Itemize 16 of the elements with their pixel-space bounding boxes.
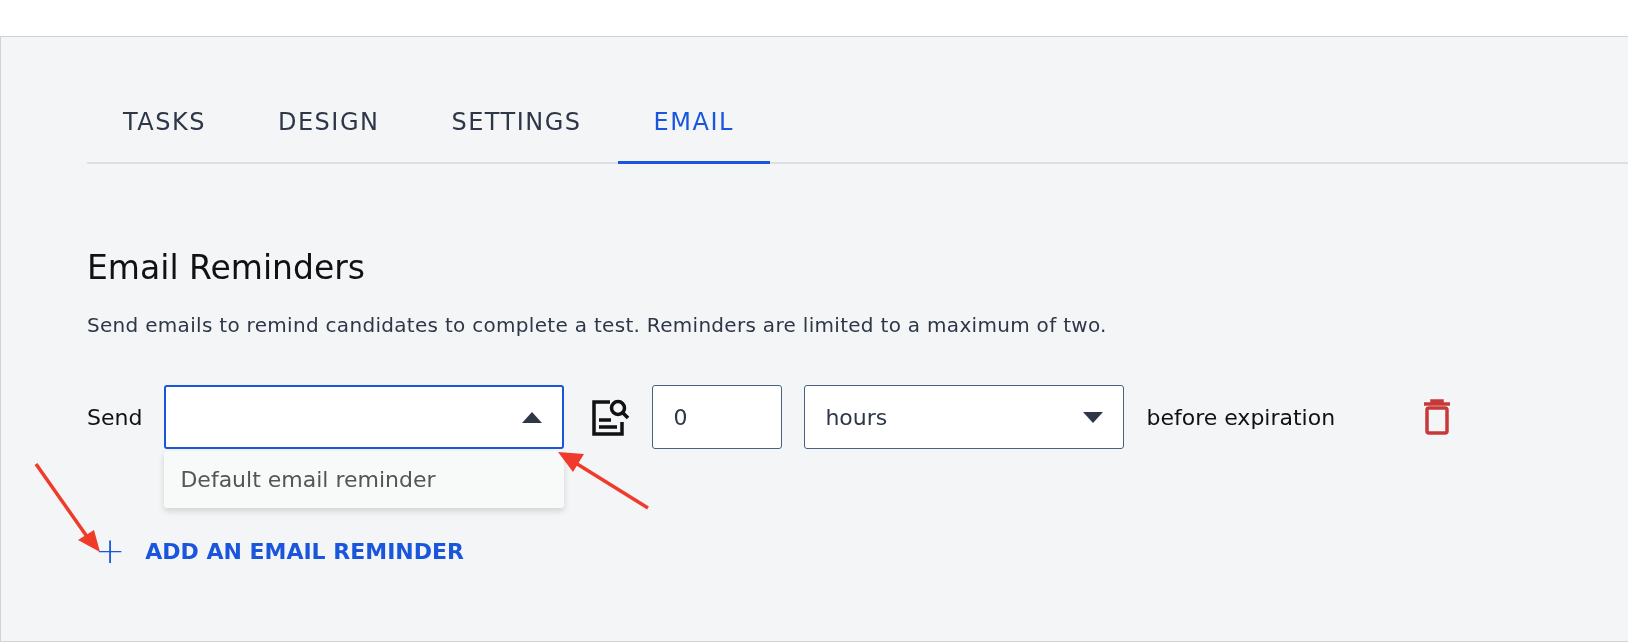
section-description: Send emails to remind candidates to complete a test. Reminders are limited to a maximum of two.	[87, 313, 1108, 337]
trash-icon[interactable]	[1423, 399, 1452, 435]
send-label: Send	[87, 404, 143, 430]
tab[interactable]: DESIGN	[241, 83, 416, 164]
caret-icon	[522, 411, 543, 423]
caret-icon	[1083, 411, 1104, 423]
add-reminder-button[interactable]: + ADD AN EMAIL REMINDER	[95, 533, 1628, 569]
amount-input[interactable]: 0	[652, 385, 783, 449]
suffix-label: before expiration	[1146, 404, 1336, 430]
dropdown-option[interactable]: Default email reminder	[164, 451, 565, 508]
tab[interactable]: EMAIL	[617, 83, 770, 164]
section-title: Email Reminders	[87, 248, 367, 287]
tab[interactable]: SETTINGS	[415, 83, 618, 164]
tab[interactable]: TASKS	[87, 83, 242, 164]
unit-select[interactable]: hours	[804, 385, 1125, 449]
template-select[interactable]	[164, 385, 565, 449]
